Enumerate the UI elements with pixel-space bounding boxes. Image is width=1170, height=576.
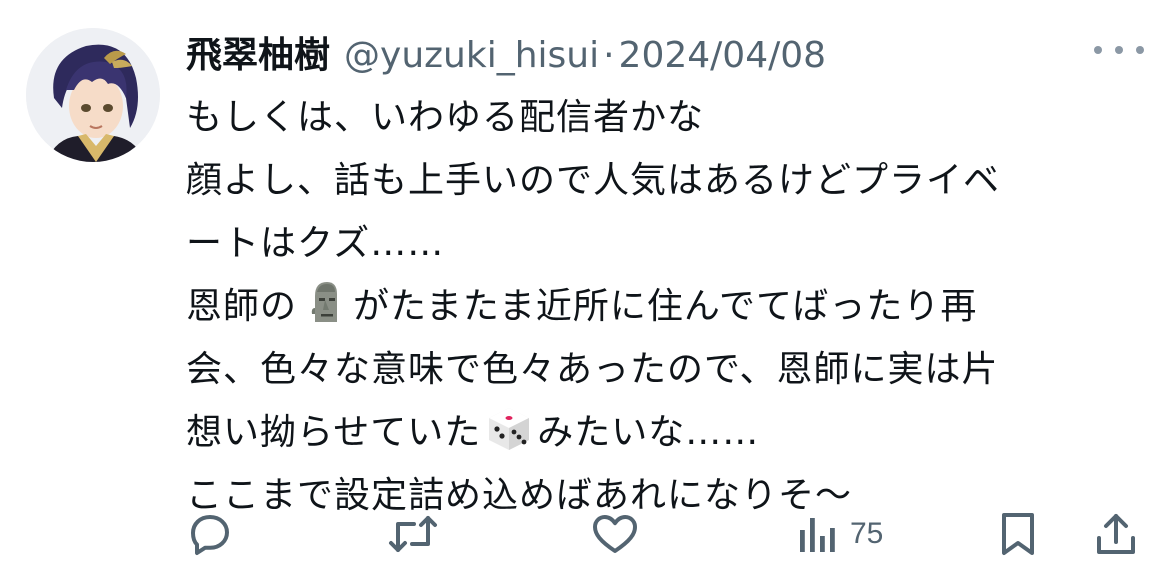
views-count: 75 [850,517,884,550]
like-button[interactable] [590,508,640,560]
retweet-button[interactable] [386,508,440,560]
views-icon [800,518,835,552]
reply-icon [191,515,229,555]
reply-button[interactable] [186,508,234,560]
tweet-line-part: 恩師の [186,286,298,327]
dice-emoji [485,404,533,452]
user-handle[interactable]: @yuzuki_hisui [344,35,599,76]
tweet-line: 顔よし、話も上手いので人気はあるけどプライベ [186,160,1001,201]
tweet-line: 恩師の がたまたま近所に住んでてばったり再 [186,275,1116,338]
tweet-line: 会、色々な意味で色々あったので、恩師に実は片 [186,349,999,390]
tweet-line-part: がたまたま近所に住んでてばったり再 [353,286,978,327]
tweet-line-part: みたいな…… [537,412,760,453]
tweet-line: 想い拗らせていた みたいな…… [186,401,1116,464]
separator-dot: · [603,35,615,76]
tweet-text: もしくは、いわゆる配信者かな 顔よし、話も上手いので人気はあるけどプライベ ート… [186,86,1116,527]
tweet-line-part: 想い拗らせていた [186,412,482,453]
share-button[interactable] [1094,508,1138,560]
tweet-date[interactable]: 2024/04/08 [619,35,827,76]
share-icon [1097,514,1135,554]
bookmark-icon [1002,513,1034,555]
tweet-line: もしくは、いわゆる配信者かな [186,97,705,138]
more-dot [1115,46,1123,54]
avatar[interactable] [26,28,160,162]
display-name[interactable]: 飛翠柚樹 [186,26,330,78]
moai-emoji [301,278,349,326]
more-dot [1136,46,1144,54]
action-bar: 75 [186,504,1146,564]
more-icon[interactable] [1094,40,1144,60]
retweet-icon [389,516,437,552]
views-button[interactable]: 75 [798,508,883,560]
more-dot [1094,46,1102,54]
tweet-line: ートはクズ…… [186,223,445,264]
like-icon [593,515,637,553]
tweet-card: 飛翠柚樹 @yuzuki_hisui · 2024/04/08 もしくは、いわゆ… [0,0,1170,576]
tweet-header: 飛翠柚樹 @yuzuki_hisui · 2024/04/08 [186,26,827,76]
bookmark-button[interactable] [998,508,1038,560]
